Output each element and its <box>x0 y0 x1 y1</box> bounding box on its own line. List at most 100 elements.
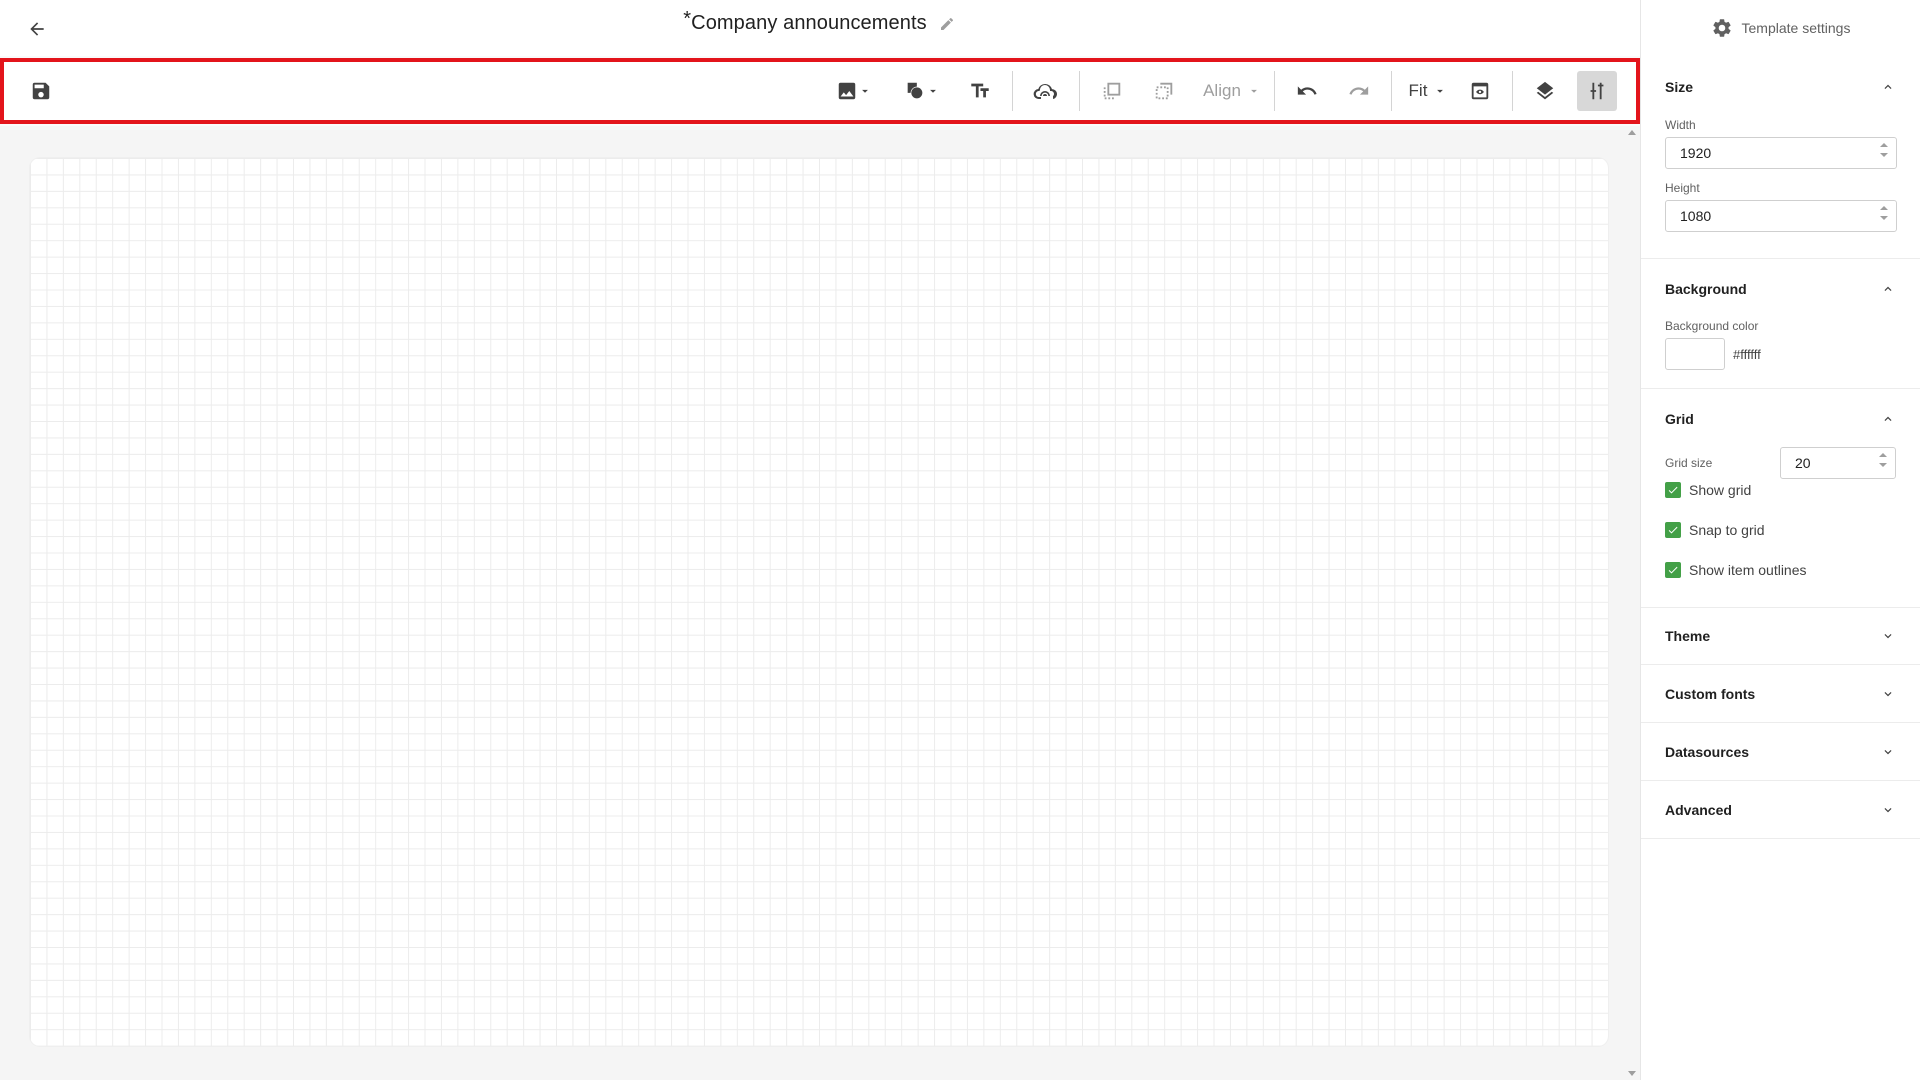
caret-down-icon <box>930 89 936 93</box>
caret-down-icon <box>1437 89 1444 93</box>
section-grid-header[interactable]: Grid <box>1665 389 1896 449</box>
background-color-row: #ffffff <box>1665 338 1896 370</box>
template-canvas[interactable] <box>30 158 1608 1046</box>
bring-forward-icon <box>1103 82 1121 100</box>
toolbar-divider <box>1274 71 1275 111</box>
preview-button[interactable] <box>1460 71 1500 111</box>
section-advanced: Advanced <box>1641 781 1920 839</box>
top-bar: *Company announcements <box>0 0 1640 56</box>
section-title: Custom fonts <box>1665 685 1756 702</box>
template-title: Company announcements <box>691 12 927 34</box>
grid-size-stepper[interactable] <box>1879 453 1887 467</box>
redo-button[interactable] <box>1339 71 1379 111</box>
send-backward-icon <box>1155 82 1173 100</box>
show-item-outlines-checkbox[interactable]: Show item outlines <box>1665 559 1896 581</box>
scroll-up-icon[interactable] <box>1628 130 1636 135</box>
background-color-value: #ffffff <box>1733 346 1761 362</box>
zoom-dropdown[interactable]: Fit <box>1402 71 1454 111</box>
insert-shape-button[interactable] <box>896 71 948 111</box>
scroll-down-icon[interactable] <box>1628 1071 1636 1076</box>
section-title: Advanced <box>1665 801 1732 818</box>
save-icon <box>32 82 50 100</box>
align-dropdown[interactable]: Align <box>1196 71 1268 111</box>
chevron-down-icon <box>1880 686 1896 702</box>
preview-icon <box>1471 82 1489 100</box>
section-background-header[interactable]: Background <box>1665 259 1896 319</box>
editor-main: *Company announcements Align Fit <box>0 0 1640 1080</box>
edit-title-button[interactable] <box>937 14 957 34</box>
caret-down-icon <box>1250 89 1257 93</box>
insert-text-button[interactable] <box>960 71 1000 111</box>
settings-panel-toggle[interactable] <box>1577 71 1617 111</box>
chevron-down-icon <box>1880 628 1896 644</box>
chevron-up-icon <box>1880 79 1896 95</box>
vertical-scrollbar[interactable] <box>1624 126 1640 1080</box>
align-label: Align <box>1203 81 1241 100</box>
insert-image-button[interactable] <box>828 71 880 111</box>
background-color-swatch[interactable] <box>1665 338 1725 370</box>
undo-icon <box>1297 86 1317 95</box>
show-grid-label: Show grid <box>1689 482 1752 498</box>
grid-size-row: Grid size 20 <box>1665 447 1896 479</box>
width-label: Width <box>1665 118 1696 132</box>
redo-icon <box>1349 86 1369 95</box>
shapes-icon <box>907 82 923 99</box>
caret-down-icon <box>862 89 868 93</box>
grid-size-label: Grid size <box>1665 456 1713 470</box>
layers-button[interactable] <box>1525 71 1565 111</box>
background-color-label: Background color <box>1665 319 1759 333</box>
width-input[interactable]: 1920 <box>1665 137 1897 169</box>
template-settings-panel: Template settings Size Width 1920 Height… <box>1640 0 1920 1080</box>
width-stepper[interactable] <box>1880 143 1888 157</box>
gear-icon <box>1712 19 1731 37</box>
section-datasources-header[interactable]: Datasources <box>1665 723 1896 780</box>
section-title: Grid <box>1665 411 1694 427</box>
section-theme: Theme <box>1641 608 1920 665</box>
page-title: *Company announcements <box>683 8 927 35</box>
undo-button[interactable] <box>1287 71 1327 111</box>
section-custom-fonts-header[interactable]: Custom fonts <box>1665 665 1896 722</box>
show-item-outlines-label: Show item outlines <box>1689 562 1807 578</box>
tune-icon <box>1590 82 1604 100</box>
toolbar-divider <box>1079 71 1080 111</box>
text-fields-icon <box>971 83 989 98</box>
section-title: Background <box>1665 281 1747 297</box>
height-stepper[interactable] <box>1880 206 1888 220</box>
layers-icon <box>1536 81 1554 100</box>
section-custom-fonts: Custom fonts <box>1641 665 1920 723</box>
chevron-up-icon <box>1880 411 1896 427</box>
snap-to-grid-checkbox[interactable]: Snap to grid <box>1665 519 1896 541</box>
height-value: 1080 <box>1680 208 1712 224</box>
cloud-signal-icon <box>1033 83 1057 100</box>
section-size-header[interactable]: Size <box>1665 56 1896 118</box>
send-backward-button[interactable] <box>1144 71 1184 111</box>
editor-toolbar: Align Fit <box>0 58 1640 124</box>
section-size: Size Width 1920 Height 1080 <box>1641 56 1920 259</box>
unsaved-mark: * <box>683 8 692 30</box>
height-input[interactable]: 1080 <box>1665 200 1897 232</box>
chevron-down-icon <box>1880 744 1896 760</box>
canvas-area <box>0 126 1640 1080</box>
image-icon <box>838 82 856 100</box>
section-theme-header[interactable]: Theme <box>1665 608 1896 664</box>
grid-size-input[interactable]: 20 <box>1780 447 1896 479</box>
checkbox-checked-icon <box>1665 522 1681 538</box>
height-label: Height <box>1665 181 1700 195</box>
insert-widget-button[interactable] <box>1025 71 1065 111</box>
toolbar-divider <box>1512 71 1513 111</box>
snap-to-grid-label: Snap to grid <box>1689 522 1765 538</box>
chevron-up-icon <box>1880 281 1896 297</box>
bring-forward-button[interactable] <box>1092 71 1132 111</box>
insert-group: Align Fit <box>828 71 1617 111</box>
section-title: Datasources <box>1665 743 1750 760</box>
panel-header: Template settings <box>1641 0 1920 56</box>
zoom-label: Fit <box>1408 81 1428 100</box>
chevron-down-icon <box>1880 802 1896 818</box>
section-title: Theme <box>1665 628 1711 644</box>
checkbox-checked-icon <box>1665 482 1681 498</box>
section-title: Size <box>1665 79 1694 95</box>
toolbar-divider <box>1012 71 1013 111</box>
show-grid-checkbox[interactable]: Show grid <box>1665 479 1896 501</box>
section-advanced-header[interactable]: Advanced <box>1665 781 1896 838</box>
save-button[interactable] <box>24 71 58 111</box>
